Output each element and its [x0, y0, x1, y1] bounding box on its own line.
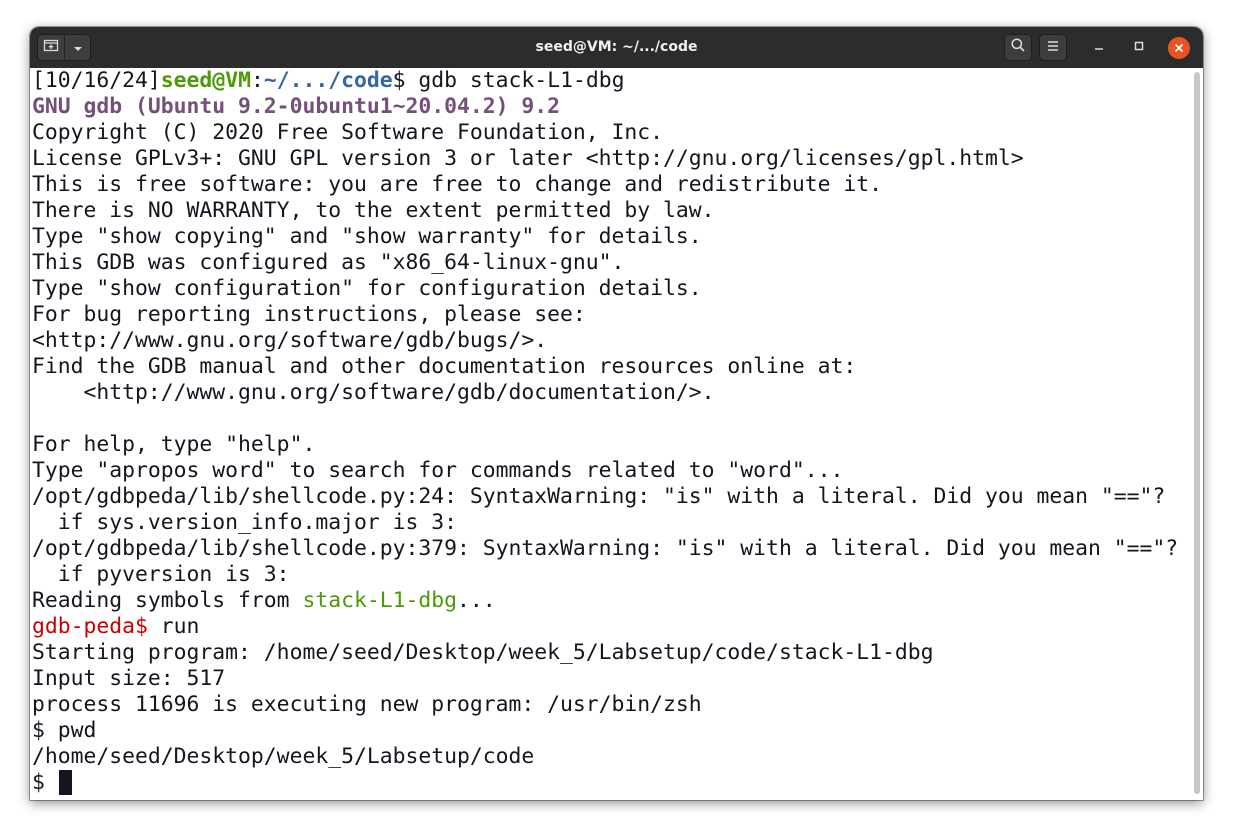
- output-line: if pyversion is 3:: [32, 562, 290, 587]
- reading-suffix: ...: [457, 588, 496, 613]
- output-line: /home/seed/Desktop/week_5/Labsetup/code: [32, 744, 535, 769]
- output-line: For help, type "help".: [32, 432, 316, 457]
- output-line: /opt/gdbpeda/lib/shellcode.py:24: Syntax…: [32, 484, 1166, 509]
- scrollbar-thumb[interactable]: [1194, 72, 1200, 794]
- hamburger-menu-button[interactable]: [1039, 34, 1067, 61]
- maximize-icon: [1133, 39, 1145, 57]
- prompt-time: [10/16/24]: [32, 68, 161, 93]
- output-line: $ pwd: [32, 718, 97, 743]
- hamburger-menu-icon: [1046, 39, 1060, 57]
- output-line: Copyright (C) 2020 Free Software Foundat…: [32, 120, 664, 145]
- prompt-user-host: seed@VM: [160, 68, 251, 93]
- prompt-command: gdb stack-L1-dbg: [418, 68, 625, 93]
- terminal-menu-dropdown-button[interactable]: [65, 35, 90, 60]
- shell-command-line: [10/16/24]seed@VM:~/.../code$ gdb stack-…: [32, 68, 1191, 94]
- chevron-down-icon: [73, 39, 83, 57]
- close-icon: [1168, 37, 1190, 59]
- output-line: There is NO WARRANTY, to the extent perm…: [32, 198, 715, 223]
- close-button[interactable]: [1168, 37, 1190, 59]
- new-tab-icon: [43, 38, 59, 57]
- output-line: <http://www.gnu.org/software/gdb/bugs/>.: [32, 328, 548, 353]
- terminal-output[interactable]: [10/16/24]seed@VM:~/.../code$ gdb stack-…: [30, 68, 1191, 800]
- new-tab-button[interactable]: [38, 35, 64, 60]
- peda-command-line: gdb-peda$ run: [32, 614, 1191, 640]
- output-line: Type "apropos word" to search for comman…: [32, 458, 844, 483]
- prompt-colon: :: [250, 68, 264, 93]
- output-line: Input size: 517: [32, 666, 226, 691]
- output-line: Type "show configuration" for configurat…: [32, 276, 702, 301]
- output-line: <http://www.gnu.org/software/gdb/documen…: [32, 380, 715, 405]
- peda-command: run: [147, 614, 200, 639]
- output-line: License GPLv3+: GNU GPL version 3 or lat…: [32, 146, 1024, 171]
- minimize-button[interactable]: [1088, 37, 1110, 59]
- final-prompt: $: [32, 770, 58, 795]
- output-line: Type "show copying" and "show warranty" …: [32, 224, 702, 249]
- peda-prompt: gdb-peda$: [32, 614, 148, 639]
- output-line: /opt/gdbpeda/lib/shellcode.py:379: Synta…: [32, 536, 1179, 561]
- scrollbar[interactable]: [1191, 68, 1203, 800]
- text-cursor: [58, 770, 72, 795]
- output-line: if sys.version_info.major is 3:: [32, 510, 457, 535]
- terminal-window: seed@VM: ~/.../code [10/16/24]seed@VM:~/…: [30, 27, 1203, 800]
- title-bar[interactable]: seed@VM: ~/.../code: [30, 27, 1203, 68]
- output-line: For bug reporting instructions, please s…: [32, 302, 586, 327]
- search-icon: [1010, 37, 1026, 58]
- output-line: This GDB was configured as "x86_64-linux…: [32, 250, 625, 275]
- output-line: Starting program: /home/seed/Desktop/wee…: [32, 640, 934, 665]
- output-line: Find the GDB manual and other documentat…: [32, 354, 857, 379]
- tab-button-group: [37, 34, 91, 61]
- reading-prefix: Reading symbols from: [32, 588, 303, 613]
- minimize-icon: [1093, 39, 1105, 57]
- output-line: This is free software: you are free to c…: [32, 172, 882, 197]
- prompt-dollar: $: [392, 68, 419, 93]
- output-line: process 11696 is executing new program: …: [32, 692, 702, 717]
- search-button[interactable]: [1004, 34, 1032, 61]
- active-prompt-line[interactable]: $: [32, 770, 1191, 796]
- reading-file: stack-L1-dbg: [302, 588, 457, 613]
- maximize-button[interactable]: [1128, 37, 1150, 59]
- reading-symbols-line: Reading symbols from stack-L1-dbg...: [32, 588, 1191, 614]
- prompt-path: ~/.../code: [263, 68, 393, 93]
- gdb-banner: GNU gdb (Ubuntu 9.2-0ubuntu1~20.04.2) 9.…: [32, 94, 561, 119]
